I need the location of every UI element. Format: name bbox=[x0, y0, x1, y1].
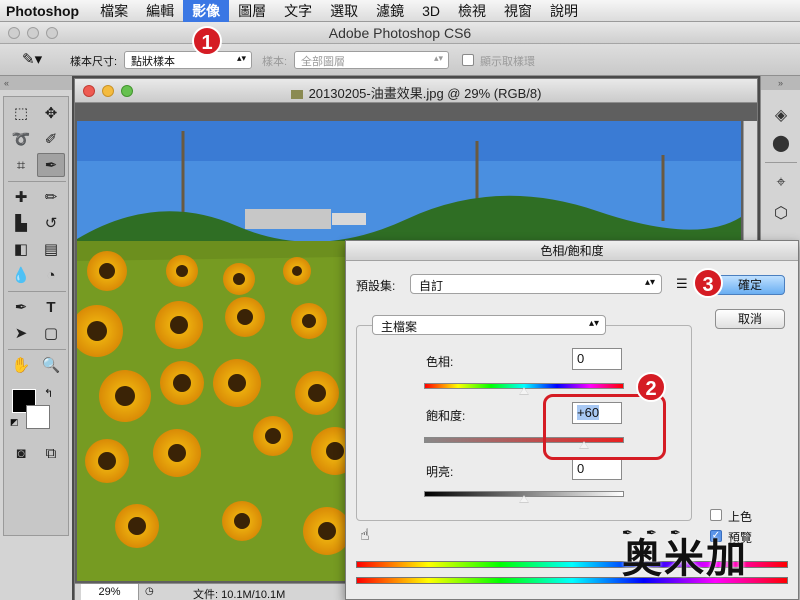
app-title: Adobe Photoshop CS6 bbox=[328, 25, 472, 41]
default-colors-icon[interactable]: ◩ bbox=[10, 417, 19, 428]
lightness-slider-thumb[interactable] bbox=[519, 495, 529, 503]
layers-panel-icon[interactable]: ◈ bbox=[767, 102, 795, 128]
move-tool-icon[interactable]: ✥ bbox=[37, 101, 65, 125]
zoom-level-field[interactable]: 29% bbox=[81, 584, 139, 600]
background-color-swatch[interactable] bbox=[26, 405, 50, 429]
cancel-button[interactable]: 取消 bbox=[715, 309, 785, 329]
pen-tool-icon[interactable]: ✒ bbox=[7, 295, 35, 319]
marquee-tool-icon[interactable]: ⬚ bbox=[7, 101, 35, 125]
document-size-info: 文件: 10.1M/10.1M bbox=[193, 589, 286, 600]
hue-label: 色相: bbox=[426, 355, 454, 369]
screen-mode-icon[interactable]: ⧉ bbox=[37, 441, 65, 465]
preset-select[interactable]: 自訂 ▴▾ bbox=[410, 274, 662, 294]
sample-size-label: 樣本尺寸: bbox=[70, 56, 118, 68]
watermark-text: 奥米加 bbox=[622, 537, 748, 581]
saturation-highlight-box bbox=[543, 394, 666, 460]
colorize-checkbox[interactable] bbox=[710, 509, 722, 521]
eyedropper-tool-preset-icon[interactable]: ✎▾ bbox=[22, 50, 42, 68]
crop-tool-icon[interactable]: ⌗ bbox=[7, 153, 35, 177]
gradient-tool-icon[interactable]: ▤ bbox=[37, 237, 65, 261]
menu-layer[interactable]: 圖層 bbox=[229, 0, 275, 22]
chevron-updown-icon: ▴▾ bbox=[433, 53, 443, 63]
toolbox: ⬚ ✥ ➰ ✐ ⌗ ✒ ✚ ✏ ▙ ↺ ◧ ▤ 💧 ◔ ✒ T ➤ ▢ ✋ 🔍 … bbox=[3, 96, 69, 536]
preset-options-icon[interactable]: ☰ bbox=[676, 276, 688, 292]
document-title-bar: 20130205-油畫效果.jpg @ 29% (RGB/8) bbox=[75, 79, 757, 103]
menu-image[interactable]: 影像 bbox=[183, 0, 230, 22]
show-sampling-ring-checkbox[interactable] bbox=[462, 54, 474, 66]
step-1-badge: 1 bbox=[192, 26, 222, 56]
dialog-title: 色相/飽和度 bbox=[346, 241, 798, 261]
sample-value: 全部圖層 bbox=[301, 56, 345, 68]
image-file-icon bbox=[290, 90, 303, 100]
swap-colors-icon[interactable]: ↰ bbox=[44, 387, 53, 400]
menu-filter[interactable]: 濾鏡 bbox=[367, 0, 413, 22]
ok-button[interactable]: 確定 bbox=[715, 275, 785, 295]
hue-value: 0 bbox=[577, 351, 585, 366]
sample-size-value: 點狀樣本 bbox=[131, 56, 175, 68]
preset-label: 預設集: bbox=[356, 279, 396, 293]
history-brush-tool-icon[interactable]: ↺ bbox=[37, 211, 65, 235]
channel-value: 主檔案 bbox=[381, 320, 418, 334]
step-3-badge: 3 bbox=[693, 268, 723, 298]
chevron-updown-icon: ▴▾ bbox=[588, 318, 599, 329]
lasso-tool-icon[interactable]: ➰ bbox=[7, 127, 35, 151]
status-menu-icon[interactable]: ◷ bbox=[145, 586, 154, 597]
3d-panel-icon[interactable]: ⬡ bbox=[767, 200, 795, 226]
hue-input[interactable]: 0 bbox=[572, 348, 622, 370]
toolbox-divider bbox=[8, 291, 66, 292]
type-tool-icon[interactable]: T bbox=[37, 295, 65, 319]
path-selection-tool-icon[interactable]: ➤ bbox=[7, 321, 35, 345]
menu-window[interactable]: 視窗 bbox=[495, 0, 541, 22]
hand-tool-icon[interactable]: ✋ bbox=[7, 353, 35, 377]
sample-size-select[interactable]: 點狀樣本 ▴▾ bbox=[124, 51, 252, 69]
app-title-bar: Adobe Photoshop CS6 bbox=[0, 22, 800, 44]
sample-label: 樣本: bbox=[262, 56, 288, 68]
lightness-label: 明亮: bbox=[426, 465, 454, 479]
dodge-tool-icon[interactable]: ◔ bbox=[37, 263, 65, 287]
document-title: 20130205-油畫效果.jpg @ 29% (RGB/8) bbox=[75, 83, 757, 102]
menu-edit[interactable]: 編輯 bbox=[137, 0, 183, 22]
menu-file[interactable]: 檔案 bbox=[91, 0, 137, 22]
lightness-input[interactable]: 0 bbox=[572, 458, 622, 480]
dock-divider bbox=[765, 162, 797, 163]
eraser-tool-icon[interactable]: ◧ bbox=[7, 237, 35, 261]
show-sampling-ring-label: 顯示取樣環 bbox=[480, 56, 535, 68]
menu-3d[interactable]: 3D bbox=[413, 0, 449, 22]
channel-select[interactable]: 主檔案 ▴▾ bbox=[372, 315, 606, 335]
document-filename: 20130205-油畫效果.jpg @ 29% (RGB/8) bbox=[308, 86, 542, 101]
healing-brush-tool-icon[interactable]: ✚ bbox=[7, 185, 35, 209]
step-2-badge: 2 bbox=[636, 372, 666, 402]
target-adjustment-hand-icon[interactable]: ☝ bbox=[360, 525, 370, 545]
preset-value: 自訂 bbox=[419, 279, 444, 293]
quick-mask-icon[interactable]: ◙ bbox=[7, 441, 35, 465]
chevron-updown-icon: ▴▾ bbox=[644, 277, 655, 288]
collapse-arrows-icon[interactable]: » bbox=[761, 76, 800, 90]
chevron-updown-icon: ▴▾ bbox=[236, 53, 246, 63]
options-bar: ✎▾ 樣本尺寸: 點狀樣本 ▴▾ 樣本: 全部圖層 ▴▾ 顯示取樣環 bbox=[0, 44, 800, 76]
collapse-arrows-icon[interactable]: « bbox=[0, 76, 72, 90]
blur-tool-icon[interactable]: 💧 bbox=[7, 263, 35, 287]
lightness-value: 0 bbox=[577, 461, 585, 476]
quick-selection-tool-icon[interactable]: ✐ bbox=[37, 127, 65, 151]
hue-slider-thumb[interactable] bbox=[519, 387, 529, 395]
colorize-label: 上色 bbox=[728, 510, 753, 524]
menu-type[interactable]: 文字 bbox=[275, 0, 321, 22]
app-menu[interactable]: Photoshop bbox=[0, 3, 91, 19]
toolbox-divider bbox=[8, 181, 66, 182]
eyedropper-tool-icon[interactable]: ✒ bbox=[37, 153, 65, 177]
menu-view[interactable]: 檢視 bbox=[449, 0, 495, 22]
menu-bar: Photoshop 檔案 編輯 影像 圖層 文字 選取 濾鏡 3D 檢視 視窗 … bbox=[0, 0, 800, 22]
menu-help[interactable]: 說明 bbox=[541, 0, 587, 22]
channels-panel-icon[interactable]: ⬤ bbox=[767, 130, 795, 156]
menu-select[interactable]: 選取 bbox=[321, 0, 367, 22]
tools-panel-area: « ⬚ ✥ ➰ ✐ ⌗ ✒ ✚ ✏ ▙ ↺ ◧ ▤ 💧 ◔ ✒ T ➤ ▢ ✋ … bbox=[0, 76, 72, 600]
shape-tool-icon[interactable]: ▢ bbox=[37, 321, 65, 345]
clone-stamp-tool-icon[interactable]: ▙ bbox=[7, 211, 35, 235]
paths-panel-icon[interactable]: ⌖ bbox=[767, 170, 795, 196]
brush-tool-icon[interactable]: ✏ bbox=[37, 185, 65, 209]
sample-select[interactable]: 全部圖層 ▴▾ bbox=[294, 51, 449, 69]
toolbox-divider bbox=[8, 349, 66, 350]
zoom-tool-icon[interactable]: 🔍 bbox=[37, 353, 65, 377]
saturation-label: 飽和度: bbox=[426, 409, 466, 423]
